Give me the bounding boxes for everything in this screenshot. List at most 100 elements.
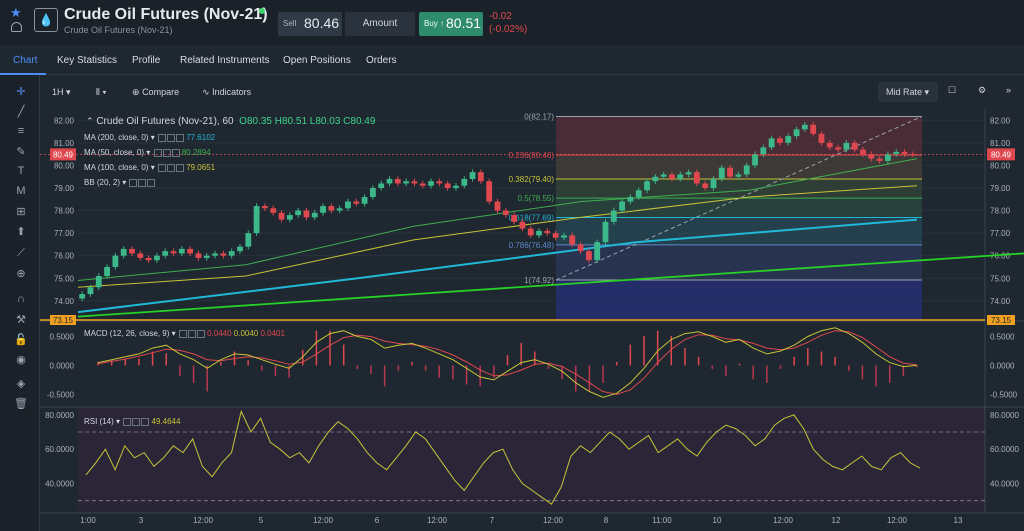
fibonacci-icon[interactable]: ⊞: [14, 205, 28, 218]
candle-body: [801, 124, 808, 130]
tab-chart[interactable]: Chart: [13, 55, 37, 66]
candle-body: [494, 201, 501, 211]
settings-icon[interactable]: ⚙: [978, 85, 986, 96]
star-icon[interactable]: ★: [10, 5, 22, 21]
candle-body: [477, 172, 484, 182]
rsi-tick-left: 80.0000: [45, 411, 74, 420]
candle-body: [253, 206, 260, 234]
layers-icon[interactable]: ◈: [14, 377, 28, 390]
trend-line-icon[interactable]: ╱: [14, 105, 28, 118]
instrument-subtitle: Crude Oil Futures (Nov-21): [64, 25, 173, 35]
amount-input[interactable]: Amount: [345, 12, 415, 36]
time-tick: 11:00: [652, 516, 672, 525]
legend-close: C80.49: [343, 116, 376, 127]
time-tick: 6: [375, 516, 380, 525]
bb-label: BB (20, 2): [84, 178, 121, 187]
price-tick-right: 80.00: [990, 161, 1011, 170]
candle-body: [245, 233, 252, 247]
candle-body: [610, 210, 617, 222]
legend-ma100[interactable]: MA (100, close, 0) ▾ 79.0651: [84, 163, 215, 172]
eye-icon[interactable]: ◉: [14, 353, 28, 366]
brush-icon[interactable]: ✎: [14, 145, 28, 158]
change-percent: (-0.02%): [489, 24, 528, 35]
bell-icon[interactable]: [11, 22, 22, 32]
candle-body: [511, 215, 518, 222]
candle-body: [868, 154, 875, 159]
tab-key-statistics[interactable]: Key Statistics: [57, 55, 117, 66]
candle-body: [328, 206, 335, 211]
zoom-icon[interactable]: ⊕: [14, 267, 28, 280]
ma100-value: 79.0651: [186, 163, 216, 172]
compare-button[interactable]: ⊕ Compare: [132, 87, 179, 98]
sell-button[interactable]: Sell 80.46: [278, 12, 342, 36]
candle-body: [843, 142, 850, 150]
candle-body: [120, 248, 127, 256]
candle-body: [403, 181, 410, 184]
macd-tick-left: 0.5000: [50, 332, 75, 341]
indicators-button[interactable]: ∿ Indicators: [202, 87, 251, 98]
legend-symbol: Crude Oil Futures (Nov-21), 60: [96, 116, 234, 127]
fullscreen-icon[interactable]: ☐: [948, 85, 956, 96]
collapse-icon[interactable]: »: [1006, 85, 1011, 95]
rsi-label: RSI (14): [84, 417, 114, 426]
price-change: -0.02 (-0.02%): [489, 10, 527, 36]
candle-body: [95, 275, 102, 288]
chart-type-select[interactable]: ⫴ ▾: [96, 87, 107, 98]
interval-select[interactable]: 1H ▾: [52, 87, 71, 98]
rate-select[interactable]: Mid Rate ▾: [878, 82, 938, 102]
magnet-icon[interactable]: ∩: [14, 293, 28, 305]
oil-drop-icon: 💧: [38, 13, 54, 27]
candle-body: [461, 178, 468, 186]
change-value: -0.02: [489, 11, 512, 22]
price-chart[interactable]: 82.00 82.00 81.00 81.00 80.00 80.00 79.00 79.00…: [40, 109, 1024, 531]
fib-level-label: 0(82.17): [524, 112, 554, 121]
rsi-tick-right: 60.0000: [990, 445, 1019, 454]
fib-zone: [556, 178, 922, 199]
arrow-up-icon[interactable]: ⬆: [14, 225, 28, 238]
candle-body: [386, 178, 393, 184]
candle-body: [544, 230, 551, 234]
macd-tick-right: 0.0000: [990, 361, 1015, 370]
ray-line-icon[interactable]: ≡: [14, 125, 28, 137]
legend-rsi[interactable]: RSI (14) ▾ 49.4644: [84, 417, 180, 426]
fib-zone: [556, 244, 922, 281]
candle-body: [594, 242, 601, 261]
collapse-legend-icon[interactable]: ⌃: [86, 116, 94, 126]
fib-level-label: 0.236(80.46): [509, 151, 555, 160]
trash-icon[interactable]: 🗑: [14, 397, 28, 410]
crosshair-icon[interactable]: ✛: [14, 85, 28, 98]
pattern-icon[interactable]: M: [14, 185, 28, 197]
candle-body: [727, 167, 734, 177]
candle-body: [145, 257, 152, 261]
candle-body: [619, 201, 626, 211]
tab-orders[interactable]: Orders: [366, 55, 397, 66]
legend-bb[interactable]: BB (20, 2) ▾: [84, 178, 156, 187]
legend-ma50[interactable]: MA (50, close, 0) ▾ 80.2894: [84, 148, 211, 157]
candle-body: [203, 255, 210, 258]
candle-body: [486, 181, 493, 202]
price-tick-right: 77.00: [990, 229, 1011, 238]
tab-open-positions[interactable]: Open Positions: [283, 55, 351, 66]
macd-value-1: 0.0440: [207, 329, 232, 338]
candle-body: [735, 174, 742, 177]
candle-body: [419, 183, 426, 186]
sell-price: 80.46: [304, 15, 340, 31]
ruler-icon[interactable]: ⟋: [14, 247, 28, 260]
candle-body: [760, 147, 767, 155]
lock-icon[interactable]: 🔓: [14, 333, 28, 346]
instrument-title: Crude Oil Futures (Nov-21): [64, 6, 268, 23]
main-legend: ⌃ Crude Oil Futures (Nov-21), 60 O80.35 …: [86, 116, 375, 127]
candle-body: [793, 129, 800, 137]
legend-ma200[interactable]: MA (200, close, 0) ▾ 77.6102: [84, 133, 215, 142]
tab-related-instruments[interactable]: Related Instruments: [180, 55, 270, 66]
buy-button[interactable]: Buy ↑ 80.51: [419, 12, 483, 36]
tab-profile[interactable]: Profile: [132, 55, 160, 66]
candle-body: [635, 190, 642, 198]
time-tick: 10: [713, 516, 722, 525]
legend-macd[interactable]: MACD (12, 26, close, 9) ▾ 0.0440 0.0040 …: [84, 329, 285, 338]
fib-level-label: 0.786(76.48): [509, 241, 555, 250]
lock-drawing-icon[interactable]: ⚒: [14, 313, 28, 326]
price-tick-right: 74.00: [990, 297, 1011, 306]
text-tool-icon[interactable]: T: [14, 165, 28, 177]
candle-body: [295, 210, 302, 216]
